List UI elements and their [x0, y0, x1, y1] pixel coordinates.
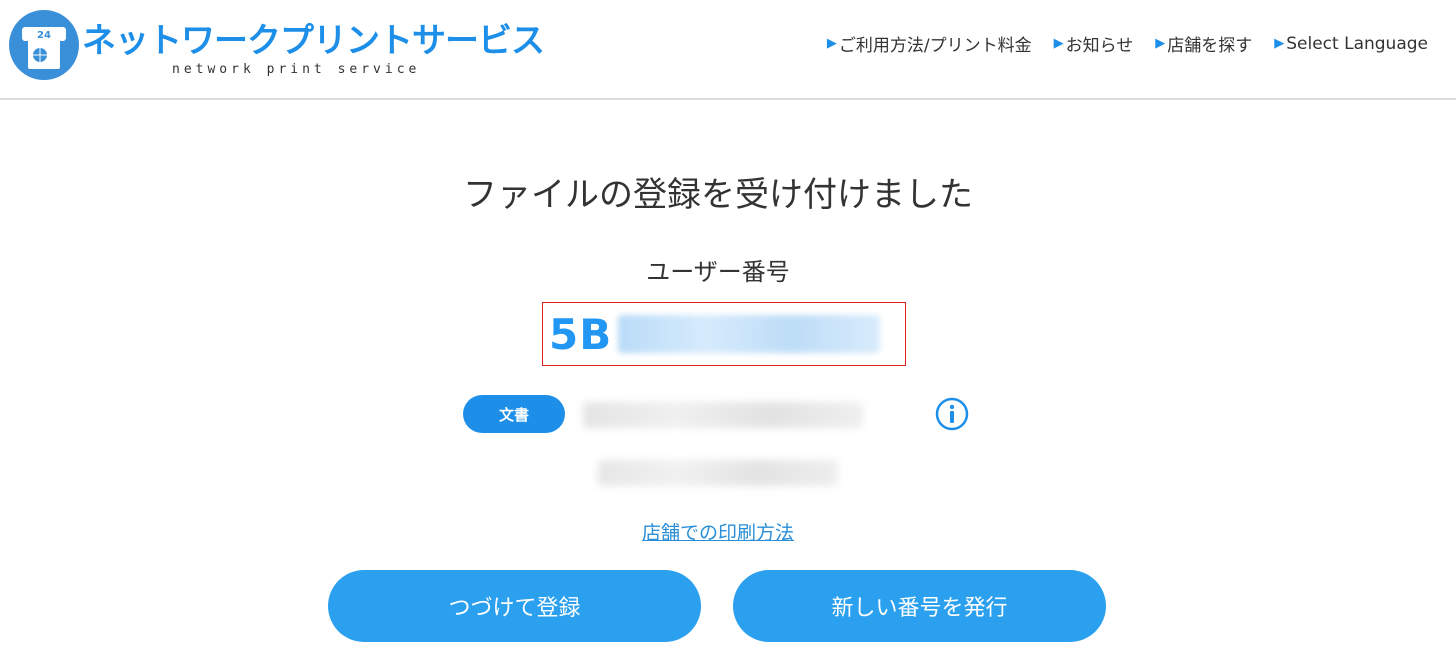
nav-label: ご利用方法/プリント料金	[838, 36, 1032, 56]
triangle-right-icon: ▶	[1155, 36, 1166, 51]
print-method-link-wrap: 店舗での印刷方法	[0, 518, 1436, 545]
logo-title: ネットワークプリントサービス	[82, 21, 545, 61]
logo-subtitle: network print service	[172, 62, 421, 77]
nav-find-store[interactable]: ▶ 店舗を探す	[1155, 31, 1252, 56]
page-title: ファイルの登録を受け付けました	[463, 175, 973, 215]
continue-register-button[interactable]: つづけて登録	[328, 570, 701, 642]
nav-select-language[interactable]: ▶ Select Language	[1274, 31, 1428, 56]
triangle-right-icon: ▶	[826, 36, 837, 51]
nav-news[interactable]: ▶ お知らせ	[1054, 31, 1134, 56]
triangle-right-icon: ▶	[1274, 36, 1285, 51]
user-number-box: 5B	[542, 302, 906, 366]
user-number-redacted	[618, 315, 881, 353]
nav-usage-pricing[interactable]: ▶ ご利用方法/プリント料金	[827, 31, 1032, 56]
main-content: ファイルの登録を受け付けました ユーザー番号 5B 文書 店舗での印刷方法 つづ…	[0, 100, 1456, 658]
document-name-redacted	[583, 402, 863, 428]
nav-label: Select Language	[1286, 33, 1428, 54]
document-date-redacted	[598, 460, 838, 486]
logo-badge: 24	[37, 30, 51, 41]
nav-label: お知らせ	[1065, 36, 1134, 56]
document-type-badge: 文書	[463, 395, 565, 433]
top-nav: ▶ ご利用方法/プリント料金 ▶ お知らせ ▶ 店舗を探す ▶ Select L…	[827, 31, 1428, 57]
print-method-link[interactable]: 店舗での印刷方法	[642, 522, 794, 544]
user-number: 5B	[549, 309, 613, 359]
printer-logo-icon: 24	[9, 10, 79, 80]
site-header: 24 ネットワークプリントサービス network print service …	[0, 0, 1456, 100]
triangle-right-icon: ▶	[1053, 36, 1064, 51]
issue-new-number-button[interactable]: 新しい番号を発行	[733, 570, 1106, 642]
user-number-label: ユーザー番号	[646, 258, 790, 286]
info-icon[interactable]	[935, 397, 969, 431]
nav-label: 店舗を探す	[1167, 36, 1253, 56]
site-logo[interactable]: 24 ネットワークプリントサービス network print service	[8, 9, 548, 83]
